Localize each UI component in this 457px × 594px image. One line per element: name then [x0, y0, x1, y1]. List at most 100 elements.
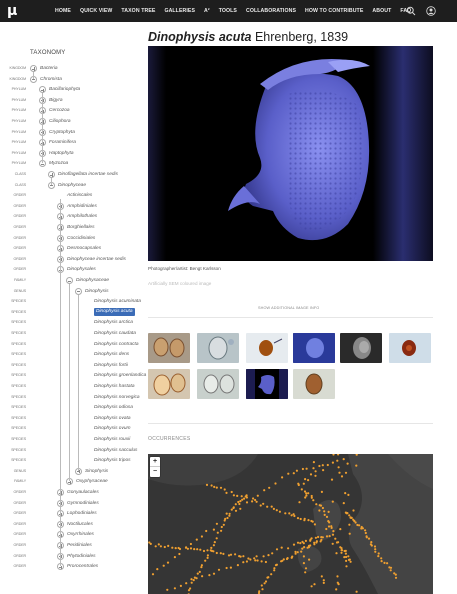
tree-row[interactable]: FAMILY Dinophysaceae: [0, 275, 140, 286]
taxon-name[interactable]: Actiniscales: [67, 190, 92, 201]
tree-row[interactable]: SPECIES Dinophysis caudata: [0, 328, 140, 339]
taxon-name[interactable]: Dinophysis: [85, 286, 108, 297]
taxon-name[interactable]: Cryptophyta: [49, 127, 75, 138]
taxon-name[interactable]: Ciliophora: [49, 116, 71, 127]
nav-item-3[interactable]: GALLERIES: [164, 8, 195, 14]
taxon-name[interactable]: Dinophyceae incertae sedis: [67, 254, 126, 265]
tree-row[interactable]: KINGDOM Chromista: [0, 74, 140, 85]
taxon-name[interactable]: Dinophysis norvegica: [94, 392, 140, 403]
zoom-in-button[interactable]: +: [150, 457, 160, 467]
taxon-name[interactable]: Cercozoa: [49, 105, 70, 116]
taxon-name[interactable]: Dinophysis hastata: [94, 381, 135, 392]
tree-row[interactable]: SPECIES Dinophysis ovum: [0, 423, 140, 434]
nav-item-5[interactable]: TOOLS: [219, 8, 237, 14]
tree-row[interactable]: ORDER Oxyrrhinales: [0, 529, 140, 540]
taxon-name[interactable]: Lophodiniales: [67, 508, 97, 519]
tree-row[interactable]: PHYLUM Bigyra: [0, 95, 140, 106]
tree-row[interactable]: ORDER Phytodiniales: [0, 551, 140, 562]
collapse-icon[interactable]: [66, 277, 73, 284]
expand-icon[interactable]: [39, 86, 46, 94]
taxon-name[interactable]: Dinophysis odiosa: [94, 402, 133, 413]
taxon-name[interactable]: Dinophysis ovata: [94, 413, 131, 424]
taxon-name[interactable]: Dinophysaceae: [76, 275, 109, 286]
gallery-thumbnail[interactable]: [148, 333, 190, 363]
tree-row[interactable]: SPECIES Dinophysis acuminata: [0, 296, 141, 307]
show-image-info-button[interactable]: SHOW ADDITIONAL IMAGE INFO: [258, 306, 319, 310]
gallery-thumbnail[interactable]: [389, 333, 431, 363]
taxon-name[interactable]: Bigyra: [49, 95, 63, 106]
taxon-name[interactable]: Noctilucales: [67, 519, 93, 530]
tree-row[interactable]: CLASS Dinoflagellata incertae sedis: [0, 169, 140, 180]
taxon-name[interactable]: Dinophysis dens: [94, 349, 129, 360]
taxon-name[interactable]: Foraminifera: [49, 137, 76, 148]
taxon-name[interactable]: Bacillariophyta: [49, 84, 80, 95]
taxon-name[interactable]: Dinoflagellata incertae sedis: [58, 169, 118, 180]
taxon-name[interactable]: Myzozoa: [49, 158, 68, 169]
tree-row[interactable]: ORDER Coccidiniales: [0, 233, 140, 244]
collapse-icon[interactable]: [75, 287, 82, 295]
taxon-name[interactable]: Oxyrrhinales: [67, 529, 94, 540]
taxon-name[interactable]: Phytodiniales: [67, 551, 96, 562]
tree-row[interactable]: SPECIES Dinophysis sacculus: [0, 445, 140, 456]
tree-row[interactable]: PHYLUM Ciliophora: [0, 116, 140, 127]
tree-row[interactable]: PHYLUM Cercozoa: [0, 105, 140, 116]
gallery-thumbnail[interactable]: [148, 369, 190, 399]
tree-row[interactable]: GENUS Dinophysis: [0, 286, 140, 297]
tree-row[interactable]: SPECIES Dinophysis tripos: [0, 455, 140, 466]
taxon-name[interactable]: Dinophysis sacculus: [94, 445, 137, 456]
expand-icon[interactable]: [48, 171, 55, 178]
tree-row[interactable]: PHYLUM Cryptophyta: [0, 127, 140, 138]
nav-item-7[interactable]: HOW TO CONTRIBUTE: [305, 8, 363, 14]
tree-row[interactable]: ORDER Amphilothales: [0, 211, 140, 222]
gallery-thumbnail[interactable]: [293, 369, 335, 399]
taxon-name[interactable]: Sinophysis: [85, 466, 108, 477]
taxon-name[interactable]: Dinophysis acuta: [94, 308, 135, 317]
tree-row[interactable]: CLASS Dinophyceae: [0, 180, 140, 191]
taxon-name[interactable]: Coccidiniales: [67, 233, 95, 244]
gallery-thumbnail[interactable]: [246, 369, 288, 399]
nav-item-1[interactable]: QUICK VIEW: [80, 8, 112, 14]
tree-row[interactable]: SPECIES Dinophysis hastata: [0, 381, 140, 392]
taxon-name[interactable]: Amphilothales: [67, 211, 97, 222]
taxon-name[interactable]: Dinophysis caudata: [94, 328, 136, 339]
gallery-thumbnail[interactable]: [293, 333, 335, 363]
main-specimen-image[interactable]: [148, 46, 433, 261]
tree-row[interactable]: ORDER Dinophyceae incertae sedis: [0, 254, 140, 265]
taxon-name[interactable]: Dinophysis tripos: [94, 455, 131, 466]
zoom-out-button[interactable]: −: [150, 467, 160, 477]
taxon-name[interactable]: Oxyphysaceae: [76, 476, 108, 487]
taxon-name[interactable]: Dinophysis acuminata: [94, 296, 141, 307]
tree-row[interactable]: SPECIES Dinophysis groenlandica: [0, 370, 146, 381]
taxon-name[interactable]: Desmocapsales: [67, 243, 101, 254]
nav-item-8[interactable]: ABOUT: [372, 8, 391, 14]
nav-item-6[interactable]: COLLABORATIONS: [246, 8, 296, 14]
nav-item-4[interactable]: A²: [204, 8, 210, 14]
tree-row[interactable]: PHYLUM Foraminifera: [0, 137, 140, 148]
taxon-name[interactable]: Dinophysis groenlandica: [94, 370, 146, 381]
tree-row[interactable]: SPECIES Dinophysis ovata: [0, 413, 140, 424]
taxon-name[interactable]: Prorocentrales: [67, 561, 98, 572]
tree-row[interactable]: ORDER Dinophysales: [0, 264, 140, 275]
tree-row[interactable]: ORDER Borghiellales: [0, 222, 140, 233]
taxon-name[interactable]: Chromista: [40, 74, 62, 85]
tree-row[interactable]: FAMILY Oxyphysaceae: [0, 476, 140, 487]
tree-row[interactable]: SPECIES Dinophysis contracta: [0, 339, 140, 350]
tree-row[interactable]: KINGDOM Bacteria: [0, 63, 140, 74]
tree-row[interactable]: ORDER Prorocentrales: [0, 561, 140, 572]
gallery-thumbnail[interactable]: [340, 333, 382, 363]
tree-row[interactable]: ORDER Noctilucales: [0, 519, 140, 530]
tree-row[interactable]: ORDER Gonyaulacales: [0, 487, 140, 498]
taxon-name[interactable]: Dinophysales: [67, 264, 96, 275]
tree-row[interactable]: SPECIES Dinophysis fortii: [0, 360, 140, 371]
expand-icon[interactable]: [30, 65, 37, 72]
gallery-thumbnail[interactable]: [197, 369, 239, 399]
tree-row[interactable]: SPECIES Dinophysis acuta: [0, 307, 140, 318]
tree-row[interactable]: ORDER Amphidiniales: [0, 201, 140, 212]
taxon-name[interactable]: Borghiellales: [67, 222, 94, 233]
taxon-name[interactable]: Peridiniales: [67, 540, 92, 551]
taxon-name[interactable]: Dinophysis arctica: [94, 317, 133, 328]
gallery-thumbnail[interactable]: [246, 333, 288, 363]
taxon-name[interactable]: Gonyaulacales: [67, 487, 99, 498]
tree-row[interactable]: PHYLUM Myzozoa: [0, 158, 140, 169]
tree-row[interactable]: SPECIES Dinophysis odiosa: [0, 402, 140, 413]
